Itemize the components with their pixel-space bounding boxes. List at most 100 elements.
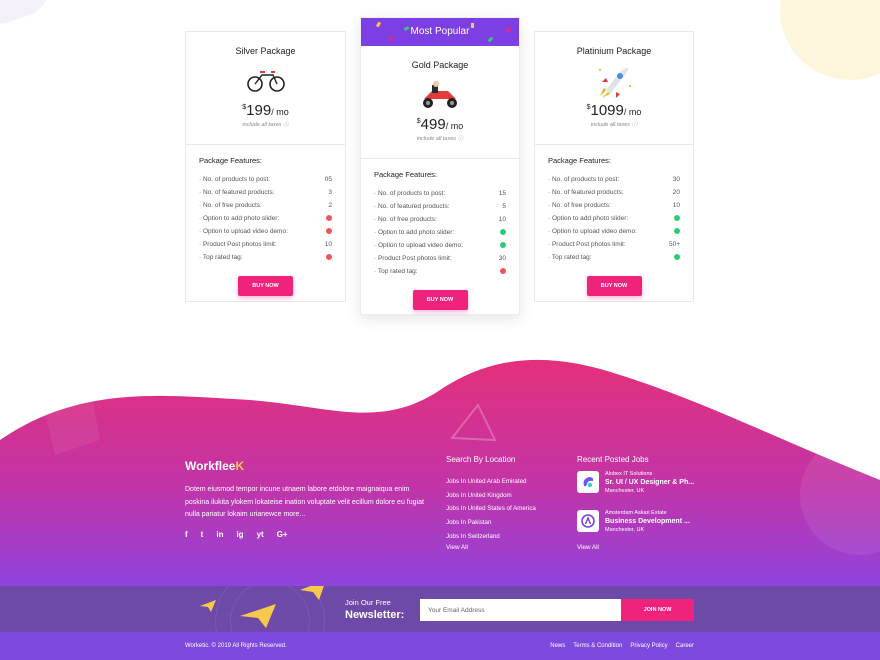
job-company: Alobex IT Solutions	[605, 471, 653, 477]
go-kart-icon	[361, 78, 519, 112]
check-icon	[674, 214, 680, 221]
pricing-card-header: Platinium Package $1099/ mo include all …	[535, 32, 693, 145]
pricing-card-gold: Most Popular Gold Package $499/ mo inclu…	[360, 17, 520, 315]
feature-row: · Product Post photos limit: 50+	[548, 238, 680, 251]
join-now-button[interactable]: JOIN NOW	[621, 599, 694, 621]
location-link[interactable]: Jobs In Pakistan	[446, 516, 536, 530]
feature-included	[496, 228, 506, 237]
features-heading: Package Features:	[199, 156, 262, 165]
location-list: Jobs In United Arab Emirated Jobs In Uni…	[446, 475, 536, 543]
feature-row: · Product Post photos limit: 10	[199, 238, 332, 251]
feature-label: · Top rated tag:	[548, 254, 592, 261]
rocket-icon	[535, 64, 693, 98]
twitter-icon[interactable]: t	[201, 530, 204, 539]
feature-label: · Product Post photos limit:	[199, 241, 277, 248]
locations-view-all-link[interactable]: View All	[446, 544, 468, 551]
youtube-icon[interactable]: yt	[257, 530, 264, 539]
pricing-card-header: Silver Package $199/ mo include all taxe…	[186, 32, 345, 145]
feature-list: · No. of products to post: 30 · No. of fea…	[535, 165, 693, 264]
instagram-icon[interactable]: ig	[236, 530, 243, 539]
feature-row: · Option to add photo slider:	[199, 212, 332, 225]
features-heading: Package Features:	[374, 170, 437, 179]
feature-row: · Top rated tag:	[548, 251, 680, 264]
feature-list: · No. of products to post: 05 · No. of fea…	[186, 165, 345, 264]
feature-included	[496, 241, 506, 250]
job-title[interactable]: Sr. UI / UX Designer & Ph...	[605, 479, 694, 486]
newsletter-email-input[interactable]	[420, 599, 622, 621]
job-company: Amsterdam Askari Estate	[605, 510, 667, 516]
package-name: Gold Package	[411, 60, 469, 70]
facebook-icon[interactable]: f	[185, 530, 188, 539]
feature-excluded	[322, 253, 332, 262]
feature-row: · Top rated tag:	[374, 265, 506, 278]
check-icon	[674, 253, 680, 260]
feature-label: · No. of free products:	[199, 202, 262, 209]
feature-row: · Product Post photos limit: 30	[374, 252, 506, 265]
feature-row: · No. of products to post: 15	[374, 187, 506, 200]
location-link[interactable]: Jobs In United Arab Emirated	[446, 475, 536, 489]
google-plus-icon[interactable]: G+	[277, 530, 288, 539]
paper-plane-icon	[240, 604, 276, 628]
cross-icon	[326, 214, 332, 221]
tax-note: include all taxes ⓘ	[416, 136, 464, 142]
job-item[interactable]: Amsterdam Askari Estate Business Develop…	[577, 510, 690, 533]
buy-now-button[interactable]: BUY NOW	[238, 276, 293, 296]
location-link[interactable]: Jobs In United States of America	[446, 502, 536, 516]
package-name: Platinium Package	[576, 46, 652, 56]
footer-logo[interactable]: WorkfleeK	[185, 459, 244, 473]
package-price: $499/ mo	[416, 116, 464, 133]
copyright-text: Worketic. © 2019 All Rights Reserved.	[185, 643, 287, 649]
feature-row: · No. of featured products: 5	[374, 200, 506, 213]
feature-row: · No. of products to post: 30	[548, 173, 680, 186]
most-popular-label: Most Popular	[410, 26, 470, 37]
feature-value: 10	[498, 216, 506, 223]
paper-plane-icon	[300, 586, 324, 600]
feature-label: · No. of products to post:	[374, 190, 446, 197]
feature-included	[670, 214, 680, 223]
job-item[interactable]: Alobex IT Solutions Sr. UI / UX Designer…	[577, 471, 694, 494]
feature-row: · No. of products to post: 05	[199, 173, 332, 186]
check-icon	[500, 241, 506, 248]
feature-value: 3	[328, 189, 332, 196]
footer-about-text: Dotem eiusmod tempor incune utnaem labor…	[185, 486, 424, 518]
footer-wave-background	[0, 359, 880, 590]
feature-label: · No. of products to post:	[199, 176, 271, 183]
bottom-bar	[0, 632, 880, 660]
pricing-card-silver: Silver Package $199/ mo include all taxe…	[185, 31, 346, 302]
job-location: Manchester, UK	[605, 488, 645, 494]
feature-row: · Top rated tag:	[199, 251, 332, 264]
company-logo-icon	[577, 510, 599, 532]
feature-excluded	[322, 214, 332, 223]
package-price: $199/ mo	[242, 102, 289, 119]
location-link[interactable]: Jobs In Switzerland	[446, 530, 536, 544]
buy-now-button[interactable]: BUY NOW	[586, 276, 642, 296]
feature-value: 50+	[668, 241, 680, 248]
decorative-blob	[780, 0, 880, 80]
pricing-card-platinum: Platinium Package $1099/ mo include all …	[534, 31, 694, 302]
feature-value: 30	[672, 176, 680, 183]
job-title[interactable]: Business Development ...	[605, 518, 690, 525]
feature-included	[670, 227, 680, 236]
career-link[interactable]: Career	[676, 643, 694, 649]
jobs-view-all-link[interactable]: View All	[577, 544, 599, 551]
terms-link[interactable]: Terms & Condition	[573, 643, 622, 649]
location-link[interactable]: Jobs In United Kingdom	[446, 489, 536, 503]
job-location: Manchester, UK	[605, 527, 645, 533]
company-logo-icon	[577, 471, 599, 493]
feature-label: · No. of featured products:	[199, 189, 275, 196]
feature-row: · No. of free products: 10	[374, 213, 506, 226]
linkedin-icon[interactable]: in	[216, 530, 223, 539]
newsletter-label: Join Our Free	[345, 598, 391, 607]
feature-label: · Option to upload video demo:	[374, 242, 463, 249]
news-link[interactable]: News	[550, 643, 565, 649]
bottom-links: News Terms & Condition Privacy Policy Ca…	[550, 643, 694, 649]
privacy-link[interactable]: Privacy Policy	[630, 643, 667, 649]
feature-excluded	[322, 227, 332, 236]
feature-row: · No. of featured products: 20	[548, 186, 680, 199]
pricing-card-header: Gold Package $499/ mo include all taxes …	[361, 46, 519, 159]
tax-note: include all taxes ⓘ	[590, 122, 638, 128]
feature-row: · No. of featured products: 3	[199, 186, 332, 199]
feature-label: · No. of free products:	[548, 202, 611, 209]
buy-now-button[interactable]: BUY NOW	[412, 290, 468, 310]
newsletter-title: Newsletter:	[345, 609, 405, 621]
